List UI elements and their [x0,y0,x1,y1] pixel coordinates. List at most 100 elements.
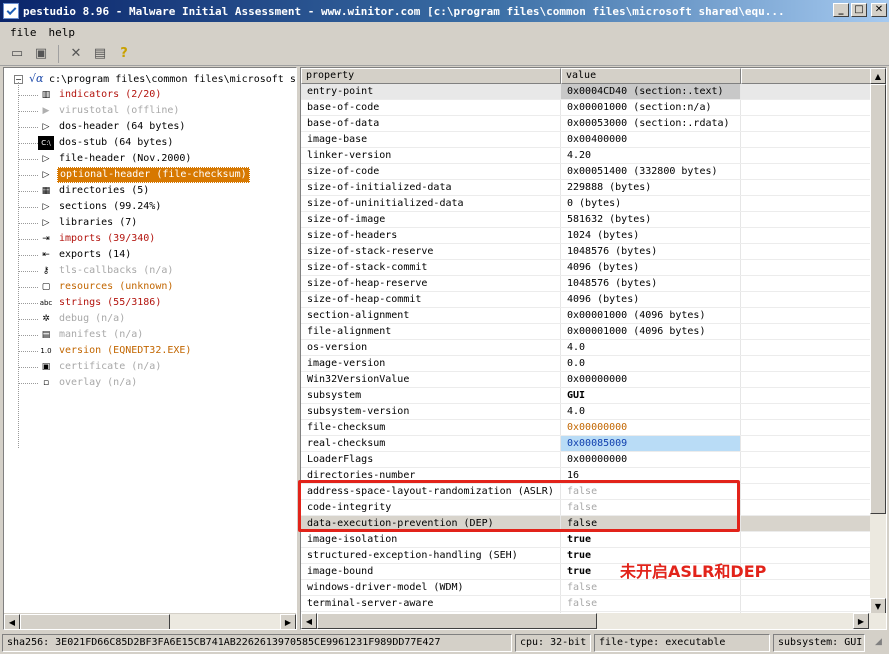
tree-item[interactable]: ▷ dos-header (64 bytes) [18,119,187,135]
table-row[interactable]: LoaderFlags 0x00000000 [301,452,871,468]
tree-item[interactable]: ✲ debug (n/a) [18,311,127,327]
column-header-property[interactable]: property [301,68,561,84]
property-cell: base-of-code [301,100,561,115]
open-folder-icon[interactable]: ▭ [8,45,26,63]
table-row[interactable]: size-of-headers 1024 (bytes) [301,228,871,244]
menu-file[interactable]: file [4,26,43,39]
maximize-button[interactable]: □ [851,3,867,17]
table-row[interactable]: file-alignment 0x00001000 (4096 bytes) [301,324,871,340]
table-row[interactable]: base-of-data 0x00053000 (section:.rdata) [301,116,871,132]
tree-item[interactable]: ▷ file-header (Nov.2000) [18,151,193,167]
table-scroll-right-button[interactable]: ▶ [853,613,869,629]
tree-item[interactable]: ▶ virustotal (offline) [18,103,181,119]
window-title: pestudio 8.96 - Malware Initial Assessme… [23,4,785,18]
arrow-icon: ▷ [42,202,50,212]
value-cell: 1024 (bytes) [561,228,741,243]
close-button[interactable]: ✕ [871,3,887,17]
value-cell: false [561,580,741,595]
table-row[interactable]: size-of-heap-reserve 1048576 (bytes) [301,276,871,292]
tree-connector [18,190,38,192]
table-row[interactable]: os-version 4.0 [301,340,871,356]
table-row[interactable]: image-base 0x00400000 [301,132,871,148]
value-cell: 4096 (bytes) [561,260,741,275]
property-cell: image-base [301,132,561,147]
tree-item[interactable]: ▥ indicators (2/20) [18,87,163,103]
table-row[interactable]: size-of-stack-commit 4096 (bytes) [301,260,871,276]
tree-horizontal-scrollbar[interactable]: ◀ ▶ [4,613,296,629]
tree-connector [18,174,38,176]
tree-item[interactable]: ⚷ tls-callbacks (n/a) [18,263,175,279]
tree-item[interactable]: ▷ sections (99.24%) [18,199,163,215]
table-row[interactable]: subsystem GUI [301,388,871,404]
table-row[interactable]: base-of-code 0x00001000 (section:n/a) [301,100,871,116]
table-body: entry-point 0x0004CD40 (section:.text) bas… [301,84,871,628]
table-horizontal-scrollbar[interactable]: ◀ ▶ [301,613,886,629]
tree-item[interactable]: ▷ optional-header (file-checksum) [18,167,250,183]
document-icon[interactable]: ▤ [91,45,109,63]
menu-help[interactable]: help [43,26,82,39]
value-cell: 581632 (bytes) [561,212,741,227]
minimize-button[interactable]: _ [833,3,849,17]
table-row[interactable]: subsystem-version 4.0 [301,404,871,420]
table-row[interactable]: image-bound true [301,564,871,580]
tree-item[interactable]: ⇤ exports (14) [18,247,133,263]
tree-item[interactable]: ▣ certificate (n/a) [18,359,163,375]
scroll-left-button[interactable]: ◀ [4,614,20,629]
scroll-down-button[interactable]: ▼ [870,598,886,614]
status-sha256: sha256: 3E021FD66C85D2BF3FA6E15CB741AB22… [2,634,512,652]
tree-item-label: debug (n/a) [59,313,126,324]
table-row[interactable]: file-checksum 0x00000000 [301,420,871,436]
vertical-scroll-thumb[interactable] [870,84,886,514]
table-vertical-scrollbar[interactable]: ▲ ▼ [870,68,886,614]
table-row[interactable]: size-of-code 0x00051400 (332800 bytes) [301,164,871,180]
table-row[interactable]: size-of-uninitialized-data 0 (bytes) [301,196,871,212]
table-row[interactable]: size-of-initialized-data 229888 (bytes) [301,180,871,196]
table-row[interactable]: entry-point 0x0004CD40 (section:.text) [301,84,871,100]
table-row[interactable]: real-checksum 0x00085009 [301,436,871,452]
column-header-value[interactable]: value [561,68,741,84]
column-header-empty [741,68,871,84]
table-row[interactable]: section-alignment 0x00001000 (4096 bytes) [301,308,871,324]
tree-item[interactable]: C:\ dos-stub (64 bytes) [18,135,175,151]
tree-item[interactable]: ▤ manifest (n/a) [18,327,145,343]
tree-item[interactable]: 1.0 version (EQNEDT32.EXE) [18,343,193,359]
value-cell: 0x0004CD40 (section:.text) [561,84,741,99]
tree-pane[interactable]: − √α c:\program files\common files\micro… [3,67,297,630]
scroll-thumb[interactable] [20,614,170,629]
tree-connector [18,126,38,128]
table-row[interactable]: size-of-image 581632 (bytes) [301,212,871,228]
tree-item[interactable]: ▫ overlay (n/a) [18,375,139,391]
tree-item[interactable]: ▦ directories (5) [18,183,151,199]
table-row[interactable]: directories-number 16 [301,468,871,484]
tree-item[interactable]: ⇥ imports (39/340) [18,231,157,247]
table-row[interactable]: image-version 0.0 [301,356,871,372]
save-icon[interactable]: ▣ [32,45,50,63]
table-scroll-left-button[interactable]: ◀ [301,613,317,629]
table-row[interactable]: linker-version 4.20 [301,148,871,164]
tree-connector [18,302,38,304]
property-cell: entry-point [301,84,561,99]
help-icon[interactable]: ? [115,45,133,63]
tree-item-label: dos-stub (64 bytes) [59,137,174,148]
tree-item[interactable]: abc strings (55/3186) [18,295,163,311]
table-row[interactable]: structured-exception-handling (SEH) true [301,548,871,564]
tree-root[interactable]: − √α c:\program files\common files\micro… [14,71,296,87]
table-row[interactable]: Win32VersionValue 0x00000000 [301,372,871,388]
value-cell: 0x00053000 (section:.rdata) [561,116,741,131]
table-row[interactable]: windows-driver-model (WDM) false [301,580,871,596]
table-row[interactable]: code-integrity false [301,500,871,516]
table-row[interactable]: data-execution-prevention (DEP) false [301,516,871,532]
delete-icon[interactable]: ✕ [67,45,85,63]
tree-item[interactable]: ▷ libraries (7) [18,215,139,231]
scroll-right-button[interactable]: ▶ [280,614,296,629]
table-row[interactable]: size-of-stack-reserve 1048576 (bytes) [301,244,871,260]
certificate-icon: ▣ [41,362,51,372]
table-row[interactable]: image-isolation true [301,532,871,548]
table-row[interactable]: size-of-heap-commit 4096 (bytes) [301,292,871,308]
table-scroll-thumb[interactable] [317,613,597,629]
resize-grip-icon[interactable]: ◢ [875,637,887,649]
tree-item[interactable]: ▢ resources (unknown) [18,279,175,295]
table-row[interactable]: terminal-server-aware false [301,596,871,612]
table-row[interactable]: address-space-layout-randomization (ASLR… [301,484,871,500]
scroll-up-button[interactable]: ▲ [870,68,886,84]
